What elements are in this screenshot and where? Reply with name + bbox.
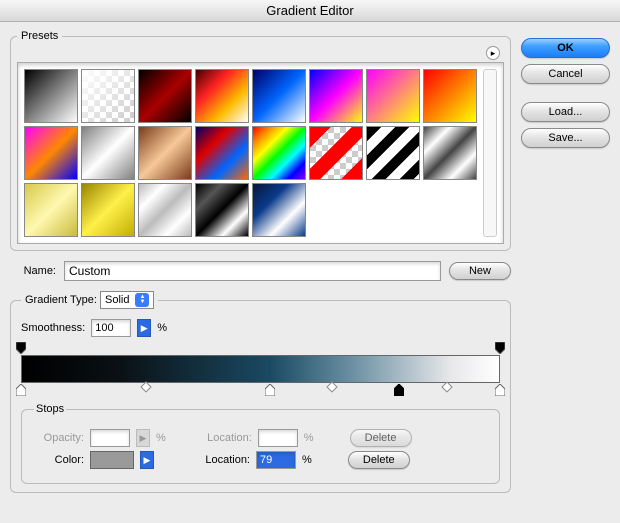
preset-swatch[interactable]	[81, 69, 135, 123]
preset-swatch[interactable]	[423, 126, 477, 180]
smoothness-unit: %	[157, 322, 167, 334]
preset-swatch[interactable]	[309, 69, 363, 123]
opacity-stop[interactable]	[16, 342, 26, 354]
preset-swatch[interactable]	[366, 69, 420, 123]
presets-group: Presets ▸	[10, 30, 511, 251]
save-button[interactable]: Save...	[521, 128, 610, 148]
color-location-input[interactable]	[256, 451, 296, 469]
ok-button[interactable]: OK	[521, 38, 610, 58]
preset-swatch[interactable]	[252, 183, 306, 237]
preset-swatch[interactable]	[138, 69, 192, 123]
preset-swatch[interactable]	[309, 126, 363, 180]
opacity-stepper: ▶	[136, 429, 150, 447]
name-label: Name:	[10, 265, 56, 277]
midpoint-handle[interactable]	[140, 381, 151, 392]
stops-legend: Stops	[34, 403, 66, 415]
name-input[interactable]	[64, 261, 441, 281]
opacity-location-input[interactable]	[258, 429, 298, 447]
color-stepper[interactable]: ▶	[140, 451, 154, 469]
presets-menu-icon[interactable]: ▸	[486, 46, 500, 60]
color-label: Color:	[34, 454, 84, 466]
load-button[interactable]: Load...	[521, 102, 610, 122]
presets-scrollbar[interactable]	[483, 69, 497, 237]
color-location-label: Location:	[196, 454, 250, 466]
preset-swatch[interactable]	[195, 183, 249, 237]
opacity-stop[interactable]	[495, 342, 505, 354]
preset-swatch[interactable]	[24, 69, 78, 123]
preset-swatch[interactable]	[252, 69, 306, 123]
window-title: Gradient Editor	[0, 0, 620, 22]
new-button[interactable]: New	[449, 262, 511, 280]
opacity-unit: %	[156, 432, 166, 444]
opacity-delete-button: Delete	[350, 429, 412, 447]
midpoint-handle[interactable]	[442, 381, 453, 392]
gradient-group: Gradient Type: Solid ▲▼ Smoothness: ▶ %	[10, 291, 511, 493]
presets-legend: Presets	[17, 30, 62, 42]
preset-swatch[interactable]	[366, 126, 420, 180]
preset-swatch[interactable]	[195, 69, 249, 123]
color-delete-button[interactable]: Delete	[348, 451, 410, 469]
preset-swatch[interactable]	[81, 183, 135, 237]
gradient-bar[interactable]	[21, 355, 500, 383]
color-stop-selected[interactable]	[394, 384, 404, 396]
select-arrows-icon: ▲▼	[135, 293, 149, 307]
presets-grid	[24, 69, 477, 237]
smoothness-input[interactable]	[91, 319, 131, 337]
midpoint-handle[interactable]	[327, 381, 338, 392]
color-stop[interactable]	[265, 384, 275, 396]
opacity-location-unit: %	[304, 432, 314, 444]
color-swatch[interactable]	[90, 451, 134, 469]
opacity-input[interactable]	[90, 429, 130, 447]
color-stop[interactable]	[16, 384, 26, 396]
preset-swatch[interactable]	[252, 126, 306, 180]
opacity-location-label: Location:	[202, 432, 252, 444]
preset-swatch[interactable]	[24, 183, 78, 237]
preset-swatch[interactable]	[423, 69, 477, 123]
gradient-type-value: Solid	[105, 294, 129, 306]
preset-swatch[interactable]	[24, 126, 78, 180]
color-stop[interactable]	[495, 384, 505, 396]
presets-box	[17, 62, 504, 244]
smoothness-stepper[interactable]: ▶	[137, 319, 151, 337]
opacity-label: Opacity:	[34, 432, 84, 444]
gradient-type-select[interactable]: Solid ▲▼	[100, 291, 154, 309]
stops-group: Stops Opacity: ▶ % Location: % Delete Co…	[21, 403, 500, 484]
preset-swatch[interactable]	[138, 183, 192, 237]
preset-swatch[interactable]	[138, 126, 192, 180]
smoothness-label: Smoothness:	[21, 322, 85, 334]
gradient-bar-area	[21, 355, 500, 383]
gradient-type-label: Gradient Type:	[25, 294, 97, 306]
gradient-type-row: Gradient Type: Solid ▲▼	[21, 291, 158, 309]
preset-swatch[interactable]	[195, 126, 249, 180]
cancel-button[interactable]: Cancel	[521, 64, 610, 84]
preset-swatch[interactable]	[81, 126, 135, 180]
color-location-unit: %	[302, 454, 312, 466]
